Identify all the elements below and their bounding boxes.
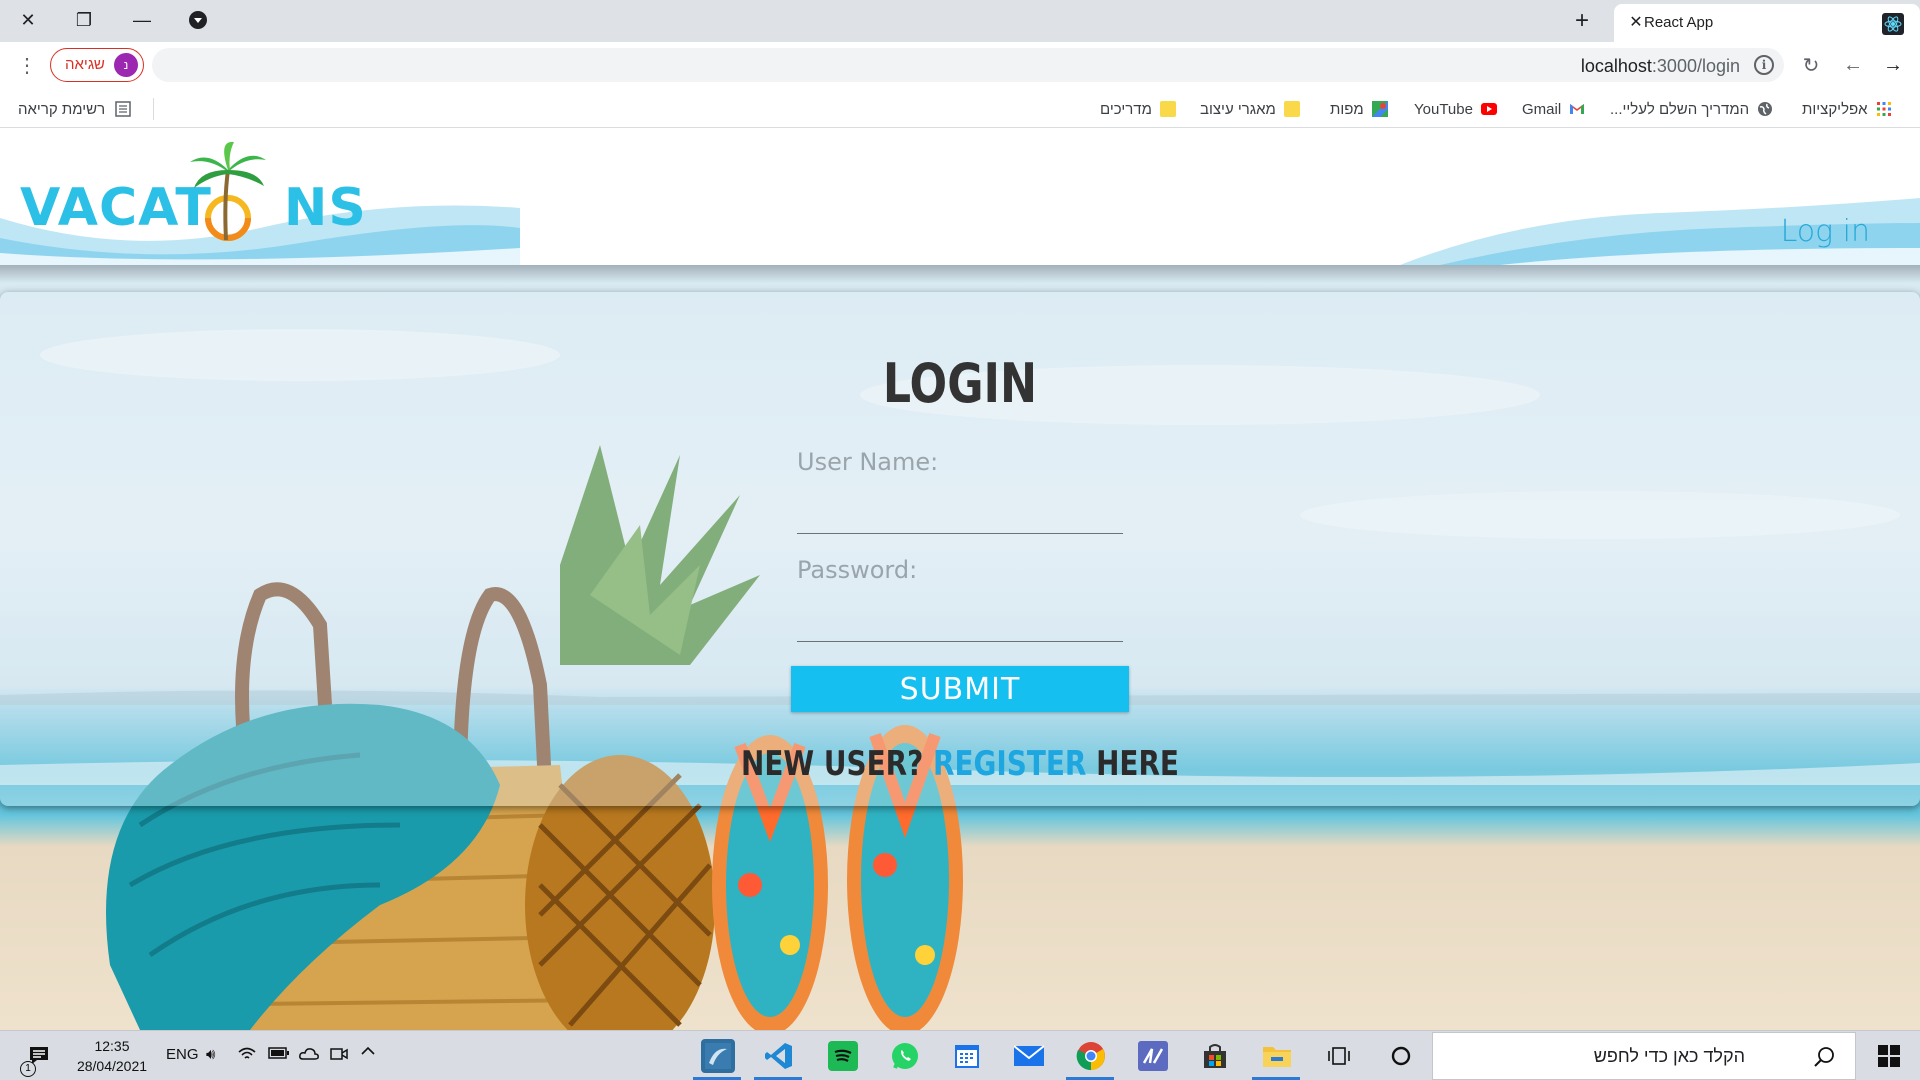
vscode-app-icon[interactable] xyxy=(762,1039,796,1073)
browser-toolbar: ⋮ שגיאה נ ☆ localhost:3000/login i ↻ ← → xyxy=(0,42,1920,88)
back-arrow-icon[interactable]: ← xyxy=(1838,50,1868,80)
bookmark-label: מדריכים xyxy=(1100,100,1152,118)
reading-list-label: רשימת קריאה xyxy=(18,100,106,118)
palm-sun-logo-icon xyxy=(190,141,266,241)
bookmark-maps[interactable]: מפות xyxy=(1330,98,1388,120)
window-restore-icon[interactable]: ❐ xyxy=(56,0,112,40)
page-viewport: VACAT NS Log in LOGIN User Name: Password… xyxy=(0,128,1920,1030)
header-shadow xyxy=(0,265,1920,283)
onedrive-icon[interactable] xyxy=(298,1046,320,1066)
profile-error-label: שגיאה xyxy=(65,56,105,73)
chevron-up-icon[interactable] xyxy=(360,1043,376,1063)
taskbar-search-placeholder: הקלד כאן כדי לחפש xyxy=(1593,1046,1745,1066)
nav-login-link[interactable]: Log in xyxy=(1781,214,1870,249)
login-panel: LOGIN User Name: Password: SUBMIT NEW US… xyxy=(0,292,1920,806)
tab-search-icon[interactable] xyxy=(170,0,226,40)
register-suffix: HERE xyxy=(1086,744,1179,784)
task-view-icon[interactable] xyxy=(1322,1039,1356,1073)
password-label: Password: xyxy=(797,556,918,584)
bookmark-apps[interactable]: אפליקציות xyxy=(1802,98,1892,120)
logo-text-left: VACAT xyxy=(20,178,212,238)
register-prefix: NEW USER? xyxy=(741,744,933,784)
bookmark-label: מפות xyxy=(1330,100,1364,118)
reload-icon[interactable]: ↻ xyxy=(1796,50,1826,80)
bookmark-youtube[interactable]: YouTube xyxy=(1414,98,1497,120)
windows-start-icon[interactable] xyxy=(1872,1039,1906,1073)
bookmark-label: Gmail xyxy=(1522,100,1562,118)
tab-close-icon[interactable]: ✕ xyxy=(1626,13,1646,33)
tab-title: React App xyxy=(1644,14,1714,31)
register-link[interactable]: REGISTER xyxy=(933,744,1086,784)
file-explorer-app-icon[interactable] xyxy=(1260,1039,1294,1073)
window-close-icon[interactable]: ✕ xyxy=(0,0,56,40)
username-input[interactable] xyxy=(797,494,1123,534)
clock-date: 28/04/2021 xyxy=(76,1058,148,1074)
search-icon xyxy=(1814,1047,1834,1067)
mail-app-icon[interactable] xyxy=(1012,1039,1046,1073)
tab-react-app[interactable]: ✕ React App xyxy=(1614,4,1920,42)
folder-icon xyxy=(1159,101,1176,117)
gmail-icon xyxy=(1570,104,1585,114)
new-tab-button[interactable]: + xyxy=(1568,8,1596,36)
bookmark-label: YouTube xyxy=(1414,100,1473,118)
apps-grid-icon xyxy=(1876,102,1891,116)
notification-count: 1 xyxy=(20,1061,36,1077)
chrome-app-icon[interactable] xyxy=(1074,1039,1108,1073)
windows-taskbar: 1 12:35 28/04/2021 ENG 🔊︎ הקלד כאן כדי ל… xyxy=(0,1030,1920,1080)
react-favicon-icon xyxy=(1882,13,1904,35)
forward-arrow-icon[interactable]: → xyxy=(1878,50,1908,80)
logo-text-right: NS xyxy=(283,178,367,238)
bookmarks-bar: רשימת קריאה מדריכים מאגרי עיצוב מפות You… xyxy=(0,88,1920,128)
reading-list-button[interactable]: רשימת קריאה xyxy=(18,98,131,120)
address-bar[interactable]: localhost:3000/login i xyxy=(152,48,1784,82)
calendar-app-icon[interactable] xyxy=(950,1039,984,1073)
register-prompt: NEW USER? REGISTER HERE xyxy=(173,744,1747,784)
window-minimize-icon[interactable]: — xyxy=(114,0,170,40)
taskbar-clock[interactable]: 12:35 28/04/2021 xyxy=(70,1036,154,1076)
bookmark-complete-guide[interactable]: ...המדריך השלם לעליי xyxy=(1610,98,1773,120)
site-info-icon[interactable]: i xyxy=(1754,55,1774,75)
reading-list-icon xyxy=(115,101,131,117)
avatar: נ xyxy=(114,53,138,77)
clock-time: 12:35 xyxy=(94,1038,130,1054)
globe-icon xyxy=(1758,102,1773,116)
bookmarks-divider xyxy=(153,98,154,120)
sql-server-app-icon[interactable] xyxy=(701,1039,735,1073)
url-text: localhost:3000/login xyxy=(1580,56,1740,76)
azure-data-studio-app-icon[interactable] xyxy=(1136,1039,1170,1073)
site-header: VACAT NS Log in xyxy=(0,128,1920,265)
bookmark-guides[interactable]: מדריכים xyxy=(1100,98,1176,120)
battery-icon[interactable] xyxy=(268,1046,290,1064)
language-indicator[interactable]: ENG xyxy=(166,1046,199,1063)
whatsapp-app-icon[interactable] xyxy=(888,1039,922,1073)
bookmark-gmail[interactable]: Gmail xyxy=(1522,98,1585,120)
volume-icon[interactable]: 🔊︎ xyxy=(206,1046,215,1063)
bookmark-label: ...המדריך השלם לעליי xyxy=(1610,100,1750,118)
bookmark-design-resources[interactable]: מאגרי עיצוב xyxy=(1200,98,1300,120)
username-label: User Name: xyxy=(797,448,939,476)
password-input[interactable] xyxy=(797,602,1123,642)
meet-now-icon[interactable] xyxy=(330,1046,348,1066)
browser-tab-bar: ✕ ❐ — + ✕ React App xyxy=(0,0,1920,42)
microsoft-store-app-icon[interactable] xyxy=(1198,1039,1232,1073)
youtube-icon xyxy=(1480,103,1497,115)
folder-icon xyxy=(1283,101,1300,117)
taskbar-search-box[interactable]: הקלד כאן כדי לחפש xyxy=(1432,1032,1856,1080)
wifi-icon[interactable] xyxy=(238,1046,256,1066)
bookmark-label: מאגרי עיצוב xyxy=(1200,100,1276,118)
bookmark-label: אפליקציות xyxy=(1802,100,1868,118)
login-title: LOGIN xyxy=(882,352,1038,415)
maps-icon xyxy=(1371,101,1388,117)
cortana-icon[interactable] xyxy=(1384,1039,1418,1073)
spotify-app-icon[interactable] xyxy=(826,1039,860,1073)
profile-error-button[interactable]: שגיאה נ xyxy=(50,48,144,82)
submit-button[interactable]: SUBMIT xyxy=(791,666,1129,712)
menu-kebab-icon[interactable]: ⋮ xyxy=(12,50,42,80)
